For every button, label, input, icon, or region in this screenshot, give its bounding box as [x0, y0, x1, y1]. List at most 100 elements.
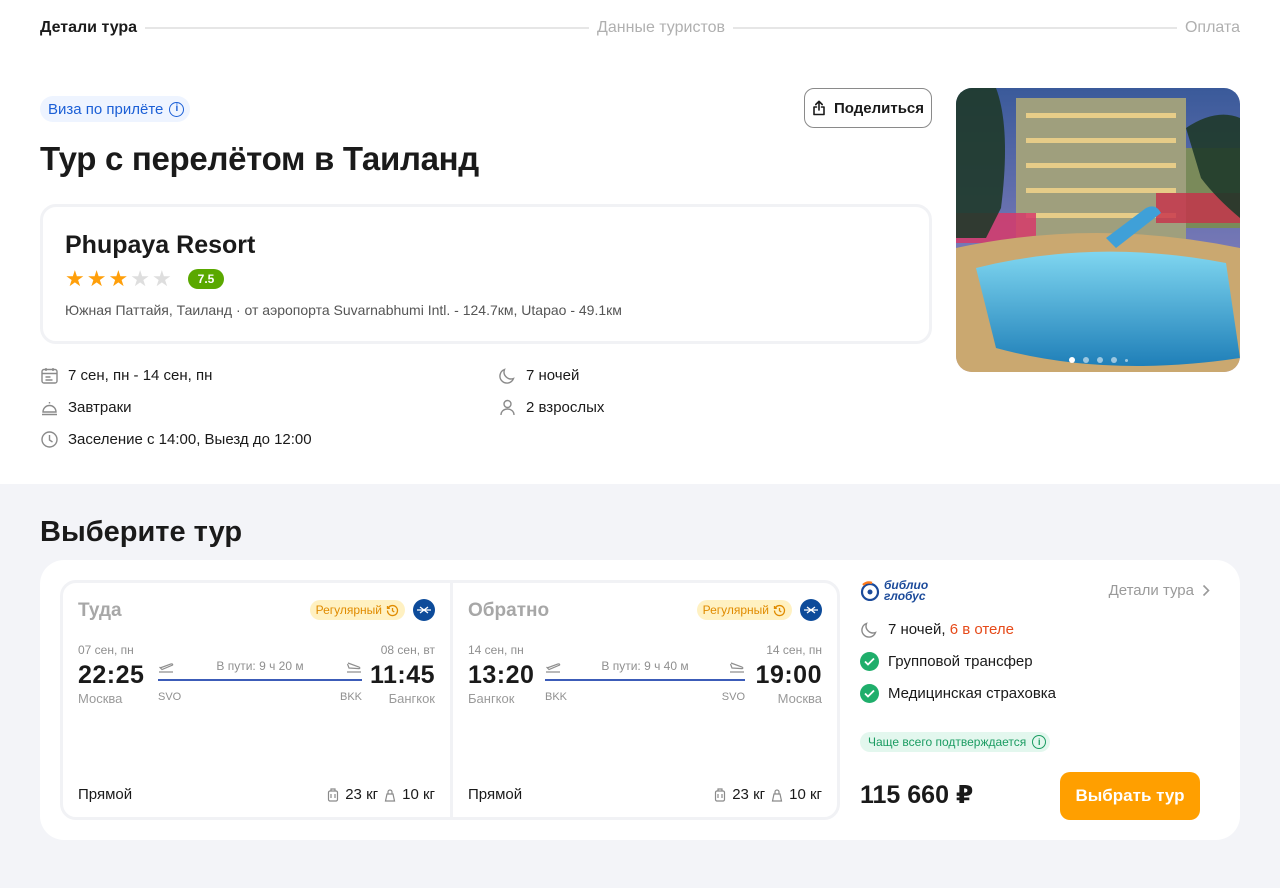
departure-city: Бангкок [468, 691, 515, 706]
flight-return[interactable]: Обратно Регулярный 14 сен, пн 13:20 Банг… [450, 583, 837, 817]
check-icon [860, 684, 879, 703]
page-title: Тур с перелётом в Таиланд [40, 140, 479, 177]
departure-time: 22:25 [78, 661, 145, 689]
route-line [158, 679, 362, 681]
hotel-card: Phupaya Resort ★ ★ ★ ★ ★ 7.5 Южная Паттайя, … [40, 204, 932, 344]
departure-date: 14 сен, пн [468, 643, 524, 657]
feature-guests: 2 взрослых [498, 398, 604, 417]
offer-panel: библио глобус Детали тура 7 ночей, 6 в о… [860, 579, 1220, 820]
flight-route: В пути: 9 ч 40 м BKK SVO [545, 657, 745, 703]
hotel-rating: ★ ★ ★ ★ ★ 7.5 [65, 268, 907, 290]
flight-type: Прямой [468, 786, 523, 803]
meal-cloche-icon [40, 398, 59, 417]
hand-luggage-icon [771, 788, 783, 802]
choose-tour-section: Выберите тур Туда Регулярный 07 сен, пн … [0, 484, 1280, 888]
baggage-weight: 23 кг [732, 786, 766, 803]
hand-luggage-icon [384, 788, 396, 802]
landing-icon [729, 662, 744, 673]
offer-insurance: Медицинская страховка [860, 684, 1056, 703]
departure-iata: BKK [545, 691, 568, 703]
airline-logo-icon [800, 599, 822, 621]
hotel-address: Южная Паттайя, Таиланд · от аэропорта Su… [65, 302, 622, 318]
hotel-stars: ★ ★ ★ ★ ★ [65, 268, 172, 290]
share-button-label: Поделиться [833, 99, 925, 117]
check-icon [860, 652, 879, 671]
suitcase-icon [714, 787, 726, 802]
flight-direction: Обратно [468, 600, 550, 621]
flight-outbound[interactable]: Туда Регулярный 07 сен, пн 22:25 Москва … [63, 583, 450, 817]
departure-date: 07 сен, пн [78, 643, 134, 657]
baggage-info: 23 кг 10 кг [714, 786, 822, 803]
departure-city: Москва [78, 691, 123, 706]
confirmation-badge[interactable]: Чаще всего подтверждается i [860, 732, 1051, 752]
departure-iata: SVO [158, 691, 182, 703]
history-icon [773, 604, 786, 616]
star-filled-icon: ★ [108, 266, 129, 291]
arrival-time: 19:00 [755, 661, 822, 689]
step-divider [145, 27, 590, 29]
tour-details-link[interactable]: Детали тура [1109, 582, 1210, 599]
regular-flight-badge: Регулярный [309, 600, 405, 620]
step-tour-details[interactable]: Детали тура [40, 19, 137, 37]
arrival-time: 11:45 [369, 661, 435, 689]
star-filled-icon: ★ [86, 266, 107, 291]
gallery-dot[interactable] [1096, 357, 1103, 363]
feature-checkin: Заселение с 14:00, Выезд до 12:00 [40, 430, 312, 449]
calendar-icon [40, 366, 59, 385]
hotel-name[interactable]: Phupaya Resort [65, 231, 907, 260]
gallery-dot[interactable] [1082, 357, 1089, 363]
flights-block: Туда Регулярный 07 сен, пн 22:25 Москва … [60, 580, 840, 820]
history-icon [386, 604, 399, 616]
tour-price: 115 660 ₽ [860, 781, 974, 809]
flight-route: В пути: 9 ч 20 м SVO BKK [158, 657, 362, 703]
choose-tour-title: Выберите тур [40, 516, 243, 548]
visa-badge[interactable]: Виза по прилёте i [40, 96, 191, 122]
step-divider [733, 27, 1177, 29]
hotel-photo-gallery[interactable] [956, 88, 1240, 372]
operator-name-line2: глобус [884, 589, 926, 603]
clock-icon [40, 430, 59, 449]
flight-duration: В пути: 9 ч 20 м [216, 659, 304, 673]
moon-icon [860, 620, 879, 639]
chevron-right-icon [1202, 584, 1210, 597]
feature-dates: 7 сен, пн - 14 сен, пн [40, 366, 212, 385]
info-icon[interactable]: i [169, 101, 185, 117]
share-button[interactable]: Поделиться [804, 88, 932, 128]
gallery-dot[interactable] [1124, 358, 1128, 362]
step-tourist-data[interactable]: Данные туристов [597, 19, 725, 37]
operator-globe-icon [860, 581, 880, 601]
moon-icon [498, 366, 517, 385]
tour-offer-card: Туда Регулярный 07 сен, пн 22:25 Москва … [40, 560, 1240, 840]
feature-nights: 7 ночей [498, 366, 579, 385]
star-filled-icon: ★ [65, 266, 85, 291]
flight-type: Прямой [78, 786, 133, 803]
offer-nights: 7 ночей, 6 в отеле [860, 620, 1014, 639]
hand-luggage-weight: 10 кг [789, 786, 822, 803]
info-icon[interactable]: i [1032, 735, 1047, 749]
arrival-date: 08 сен, вт [380, 643, 435, 657]
suitcase-icon [327, 787, 339, 802]
route-line [545, 679, 745, 681]
flight-duration: В пути: 9 ч 40 м [601, 659, 689, 673]
step-payment[interactable]: Оплата [1185, 19, 1240, 37]
regular-flight-badge: Регулярный [696, 600, 792, 620]
gallery-dot[interactable] [1068, 357, 1075, 363]
star-empty-icon: ★ [130, 266, 150, 291]
tour-operator-logo: библио глобус [860, 579, 928, 603]
gallery-dot[interactable] [1110, 357, 1117, 363]
gallery-pagination [956, 357, 1240, 363]
flight-direction: Туда [78, 600, 122, 621]
person-icon [498, 398, 517, 417]
visa-badge-label: Виза по прилёте [48, 100, 164, 118]
arrival-date: 14 сен, пн [766, 643, 822, 657]
star-empty-icon: ★ [151, 266, 172, 291]
hotel-score-badge: 7.5 [187, 269, 225, 289]
hand-luggage-weight: 10 кг [402, 786, 435, 803]
select-tour-button[interactable]: Выбрать тур [1060, 772, 1200, 820]
baggage-weight: 23 кг [345, 786, 379, 803]
arrival-city: Москва [777, 691, 822, 706]
offer-transfer: Групповой трансфер [860, 652, 1033, 671]
departure-time: 13:20 [468, 661, 535, 689]
baggage-info: 23 кг 10 кг [327, 786, 435, 803]
airline-logo-icon [413, 599, 435, 621]
